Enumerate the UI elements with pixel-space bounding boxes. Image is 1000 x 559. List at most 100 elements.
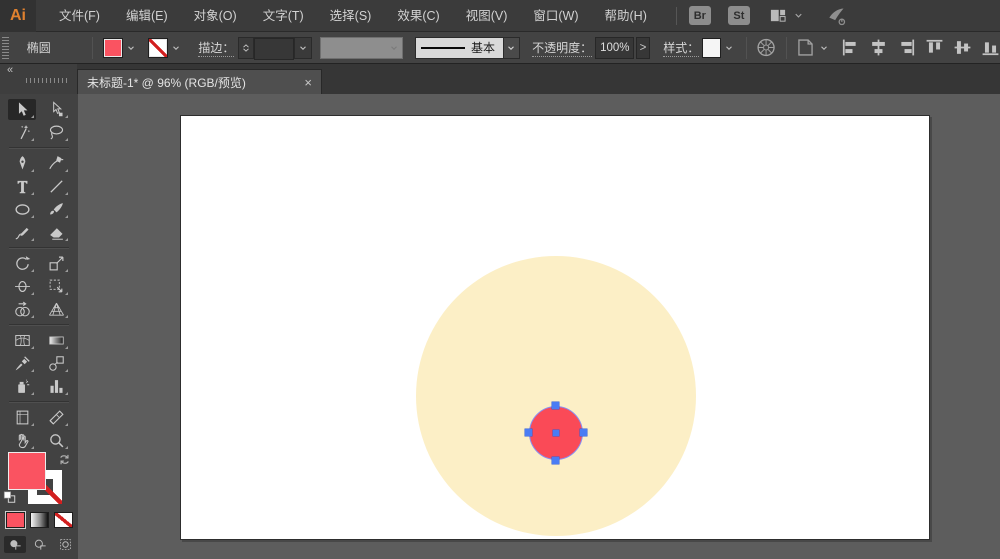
gradient-tool[interactable]	[42, 330, 70, 351]
column-graph-tool[interactable]	[42, 376, 70, 397]
rotate-tool[interactable]	[8, 253, 36, 274]
pencil-tool[interactable]	[8, 222, 36, 243]
brush-definition-dropdown[interactable]	[503, 36, 521, 59]
menu-item-5[interactable]: 效果(C)	[384, 0, 452, 32]
none-button[interactable]	[54, 512, 73, 528]
recolor-artwork-icon[interactable]	[756, 37, 776, 58]
line-segment-tool[interactable]	[42, 176, 70, 197]
menu-item-4[interactable]: 选择(S)	[317, 0, 385, 32]
document-setup-control[interactable]	[795, 37, 831, 58]
align-right-button[interactable]	[897, 38, 916, 57]
ellipse-tool[interactable]	[8, 199, 36, 220]
lasso-tool[interactable]	[42, 122, 70, 143]
blend-tool[interactable]	[42, 353, 70, 374]
zoom-tool[interactable]	[42, 430, 70, 451]
magic-wand-tool[interactable]	[8, 122, 36, 143]
mesh-tool[interactable]	[8, 330, 36, 351]
fill-color-swatch[interactable]	[103, 37, 124, 58]
stroke-weight-input[interactable]	[254, 37, 295, 60]
stroke-color-dropdown[interactable]	[168, 38, 183, 58]
graphic-style-dropdown[interactable]	[721, 38, 735, 58]
cream-ellipse-shape[interactable]	[416, 256, 696, 536]
panel-grip[interactable]	[26, 78, 70, 83]
column-graph-tool-icon	[48, 378, 65, 395]
selected-red-ellipse-shape[interactable]	[525, 402, 587, 464]
menu-item-6[interactable]: 视图(V)	[453, 0, 521, 32]
brush-preset-label: 基本	[471, 41, 496, 55]
canvas-pasteboard[interactable]	[78, 94, 1000, 559]
separator	[745, 36, 747, 59]
ellipse-tool-icon	[14, 201, 31, 218]
hand-tool[interactable]	[8, 430, 36, 451]
toolbar-separator	[9, 147, 69, 149]
close-tab-icon[interactable]: ×	[304, 75, 312, 90]
gradient-button[interactable]	[30, 512, 49, 528]
swap-fill-stroke-icon[interactable]	[57, 452, 72, 467]
menu-item-7[interactable]: 窗口(W)	[520, 0, 591, 32]
slice-tool[interactable]	[42, 407, 70, 428]
symbol-sprayer-tool[interactable]	[8, 376, 36, 397]
document-tab[interactable]: 未标题-1* @ 96% (RGB/预览) ×	[77, 69, 322, 94]
graphic-style-swatch[interactable]	[702, 37, 722, 58]
width-tool[interactable]	[8, 276, 36, 297]
align-left-button[interactable]	[841, 38, 860, 57]
menu-item-2[interactable]: 对象(O)	[181, 0, 250, 32]
fill-color-dropdown[interactable]	[123, 38, 138, 58]
menu-item-8[interactable]: 帮助(H)	[592, 0, 660, 32]
menu-item-1[interactable]: 编辑(E)	[113, 0, 181, 32]
pen-tool-icon	[14, 155, 31, 172]
default-fill-stroke-icon[interactable]	[2, 490, 17, 504]
align-bottom-button[interactable]	[981, 38, 1000, 57]
style-panel-link[interactable]: 样式：	[663, 39, 700, 57]
align-buttons	[841, 38, 1000, 57]
stroke-color-swatch[interactable]	[148, 37, 169, 58]
paintbrush-tool[interactable]	[42, 199, 70, 220]
collapse-panel-button[interactable]: «	[7, 64, 13, 76]
cs-live-icon[interactable]	[824, 6, 848, 26]
artboard[interactable]	[180, 115, 930, 540]
draw-normal-button[interactable]	[4, 536, 26, 553]
perspective-grid-tool[interactable]	[42, 299, 70, 320]
active-tool-label: 椭圆	[26, 41, 51, 55]
eyedropper-tool[interactable]	[8, 353, 36, 374]
stroke-weight-dropdown[interactable]	[294, 37, 311, 58]
align-top-button[interactable]	[925, 38, 944, 57]
opacity-input[interactable]: 100%	[595, 36, 634, 59]
anchor-point-left[interactable]	[525, 429, 532, 436]
color-button[interactable]	[6, 512, 25, 528]
menu-item-3[interactable]: 文字(T)	[250, 0, 317, 32]
scale-tool[interactable]	[42, 253, 70, 274]
draw-behind-button[interactable]	[29, 536, 51, 553]
workspace-switcher-icon[interactable]	[767, 7, 789, 24]
stroke-weight-stepper[interactable]	[239, 37, 255, 58]
anchor-point-right[interactable]	[580, 429, 587, 436]
stroke-panel-link[interactable]: 描边：	[198, 39, 235, 57]
stock-button[interactable]: St	[727, 6, 750, 25]
illustrator-logo-icon: Ai	[10, 6, 26, 24]
menu-item-0[interactable]: 文件(F)	[46, 0, 113, 32]
anchor-point-top[interactable]	[552, 402, 559, 409]
eraser-tool[interactable]	[42, 222, 70, 243]
line-segment-tool-icon	[48, 178, 65, 195]
opacity-more-button[interactable]: >	[635, 36, 651, 59]
pen-tool[interactable]	[8, 153, 36, 174]
chevron-down-icon[interactable]	[793, 10, 804, 21]
direct-selection-tool[interactable]	[42, 99, 70, 120]
type-tool[interactable]	[8, 176, 36, 197]
align-h-center-button[interactable]	[869, 38, 888, 57]
align-v-center-button[interactable]	[953, 38, 972, 57]
draw-inside-button[interactable]	[54, 536, 76, 553]
free-transform-tool[interactable]	[42, 276, 70, 297]
bridge-button[interactable]: Br	[688, 6, 711, 25]
anchor-point-bottom[interactable]	[552, 457, 559, 464]
curvature-tool[interactable]	[42, 153, 70, 174]
shape-builder-tool[interactable]	[8, 299, 36, 320]
panel-grip[interactable]	[2, 36, 9, 59]
fill-indicator[interactable]	[8, 452, 46, 490]
opacity-panel-link[interactable]: 不透明度：	[532, 39, 593, 57]
brush-definition-field[interactable]: 基本	[415, 36, 504, 59]
artboard-tool[interactable]	[8, 407, 36, 428]
selection-tool[interactable]	[8, 99, 36, 120]
center-point[interactable]	[553, 430, 559, 436]
symbol-sprayer-tool-icon	[14, 378, 31, 395]
